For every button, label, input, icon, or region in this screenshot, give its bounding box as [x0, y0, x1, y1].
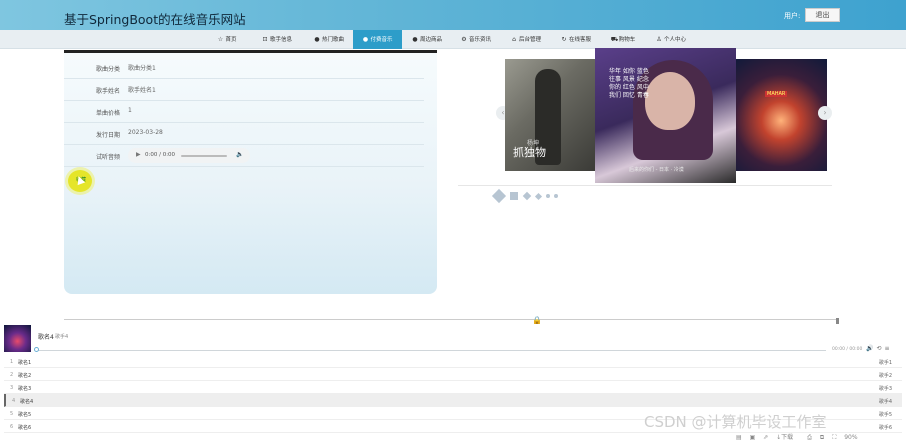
carousel-next-icon[interactable]: › — [818, 106, 832, 120]
fullscreen-icon[interactable]: ⛶ — [832, 434, 836, 441]
bottom-toolbar: ▤ ▣ ⇗ ↓下载 ⎙ ⧉ ⛶ 90% — [736, 432, 864, 442]
field-label: 发行日期 — [96, 132, 121, 139]
concert-brand: MAHAR — [765, 91, 788, 97]
carousel-dot[interactable] — [491, 188, 507, 204]
main-nav: ☆ 首页 ⊡ 歌手信息 ● 热门歌曲 ● 付费音乐 ● 周边商品 ⚙ 音乐资讯 ⌂ 后台管理 … — [0, 30, 906, 49]
cart-icon: ⛟ — [610, 36, 619, 43]
portrait-face — [645, 72, 695, 130]
field-label: 歌手姓名 — [96, 88, 121, 95]
play-icon[interactable]: ▶ — [136, 151, 141, 158]
playback-progress-bar[interactable] — [36, 350, 826, 351]
list-icon[interactable]: ≡ — [885, 345, 890, 352]
lock-icon: ⊡ — [262, 36, 268, 43]
audio-seek-bar[interactable] — [181, 155, 227, 157]
carousel-dot[interactable] — [510, 192, 518, 200]
album-carousel: ‹ 杨坤 抓独物 华年 如你 蓝色 往事 风景 纪念 你的 红色 风中 我们 回… — [458, 48, 832, 204]
field-row-category: 歌曲分类 歌曲分类1 — [64, 57, 424, 79]
info-icon: ● — [362, 36, 369, 43]
field-value: 2023-03-28 — [128, 129, 163, 136]
list-item[interactable]: 3 歌名3 歌手3 — [4, 381, 902, 394]
album-poem: 华年 如你 蓝色 往事 风景 纪念 你的 红色 风中 我们 回忆 青春 — [609, 68, 649, 99]
album-caption: 后来的你们 - 日本 · 冷漠 — [629, 167, 684, 173]
album-card-right[interactable]: MAHAR — [735, 59, 827, 171]
user-icon: ♙ — [656, 36, 662, 43]
info-icon: ● — [412, 36, 418, 43]
field-value: 歌手姓名1 — [128, 87, 156, 94]
field-row-singer: 歌手姓名 歌手姓名1 — [64, 79, 424, 101]
loop-icon[interactable]: ⟲ — [876, 345, 881, 352]
volume-icon[interactable]: 🔊 — [866, 345, 873, 352]
watermark: CSDN @计算机毕设工作室 — [644, 413, 827, 431]
nav-item-cart[interactable]: ⛟购物车 — [603, 30, 643, 49]
field-row-price: 单曲价格 1 — [64, 101, 424, 123]
field-row-audio: 试听音频 ▶ 0:00 / 0:00 🔈 — [64, 145, 424, 167]
site-title: 基于SpringBoot的在线音乐网站 — [64, 12, 246, 27]
now-playing-cover — [4, 325, 31, 352]
list-item[interactable]: 2 歌名2 歌手2 — [4, 368, 902, 381]
star-icon: ☆ — [217, 36, 224, 43]
album-card-left[interactable]: 杨坤 抓独物 — [505, 59, 597, 171]
print-icon[interactable]: ⎙ — [807, 434, 812, 441]
audio-time: 0:00 / 0:00 — [145, 152, 176, 158]
user-label: 用户: — [784, 12, 801, 20]
field-label: 单曲价格 — [96, 110, 121, 117]
list-item-active[interactable]: 4 歌名4 歌手4 — [4, 394, 902, 407]
nav-item-paid-music[interactable]: ● 付费音乐 — [353, 30, 402, 49]
field-label: 歌曲分类 — [96, 66, 121, 73]
album-title: 抓独物 — [513, 146, 546, 159]
logout-button[interactable]: 退出 — [805, 8, 840, 22]
album-card-center[interactable]: 华年 如你 蓝色 往事 风景 纪念 你的 红色 风中 我们 回忆 青春 后来的你… — [595, 48, 736, 183]
home-icon: ⌂ — [512, 36, 516, 43]
volume-icon[interactable]: 🔈 — [236, 151, 243, 158]
list-item[interactable]: 1 歌名1 歌手1 — [4, 355, 902, 368]
share-icon[interactable]: ⇗ — [763, 434, 768, 441]
nav-item-news[interactable]: ⚙ 音乐资讯 — [454, 30, 498, 49]
gear-icon: ⚙ — [461, 36, 467, 43]
carousel-dot[interactable] — [522, 191, 532, 201]
carousel-dot[interactable] — [534, 192, 543, 200]
nav-item-profile[interactable]: ♙ 个人中心 — [648, 30, 694, 49]
carousel-dot[interactable] — [546, 194, 550, 198]
field-value: 歌曲分类1 — [128, 65, 156, 72]
nav-item-singers[interactable]: ⊡ 歌手信息 — [255, 30, 299, 49]
download-button[interactable]: ↓下载 — [776, 434, 799, 441]
now-playing-title: 歌名4 — [38, 334, 54, 341]
document-icon[interactable]: ▤ — [736, 434, 742, 441]
divider — [64, 319, 838, 320]
nav-item-hot-songs[interactable]: ● 热门歌曲 — [307, 30, 351, 49]
carousel-dot[interactable] — [554, 194, 558, 198]
field-row-release-date: 发行日期 2023-03-28 — [64, 123, 424, 145]
zoom-level: 90% — [844, 434, 858, 441]
playback-progress-handle[interactable] — [34, 347, 39, 352]
audio-player[interactable]: ▶ 0:00 / 0:00 🔈 — [128, 148, 250, 163]
playback-time: 00:00 / 00:00 — [832, 347, 863, 352]
nav-item-service[interactable]: ↻ 在线客服 — [554, 30, 598, 49]
site-header: 基于SpringBoot的在线音乐网站 用户: 退出 — [0, 0, 906, 34]
now-playing-artist: 歌手4 — [55, 334, 69, 340]
field-value: 1 — [128, 107, 132, 114]
song-detail-card: 歌曲分类 歌曲分类1 歌手姓名 歌手姓名1 单曲价格 1 发行日期 2023-0… — [64, 50, 437, 294]
nav-item-admin[interactable]: ⌂ 后台管理 — [503, 30, 549, 49]
field-label: 试听音频 — [96, 154, 121, 161]
nav-item-merch[interactable]: ● 周边商品 — [405, 30, 449, 49]
copy-icon[interactable]: ⧉ — [820, 434, 824, 441]
player-controls: 🔊 ⟲ ≡ — [866, 345, 893, 352]
refresh-icon: ↻ — [561, 36, 567, 43]
info-icon: ● — [314, 36, 320, 43]
window-icon[interactable]: ▣ — [750, 434, 756, 441]
nav-item-home[interactable]: ☆ 首页 — [210, 30, 244, 49]
